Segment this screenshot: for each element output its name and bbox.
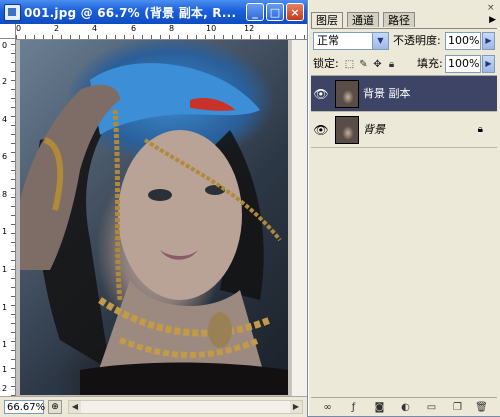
photo-illustration [20, 63, 288, 395]
maximize-button[interactable]: □ [266, 3, 284, 21]
document-title: 001.jpg @ 66.7% (背景 副本, R... [24, 6, 237, 20]
layers-bottom-toolbar: ∞ ƒ ◙ ◐ ▭ ❐ 🗑︎ [311, 397, 497, 417]
horizontal-scrollbar[interactable]: ◀ ▶ [68, 400, 303, 414]
scroll-left-arrow-icon[interactable]: ◀ [69, 401, 81, 413]
layers-panel: × 图层 通道 路径 ▶ 正常 ▼ 不透明度: 100% ▶ 锁定: ⬚ ✎ ✥… [308, 0, 500, 416]
ruler-label: 8 [2, 190, 8, 199]
mask-icon[interactable]: ◙ [373, 401, 386, 414]
lock-fill-row: 锁定: ⬚ ✎ ✥ 🔒︎ 填充: 100% ▶ [313, 55, 497, 75]
lock-icon: 🔒︎ [477, 124, 483, 135]
ruler-label: 1 [2, 303, 8, 312]
fill-label: 填充: [417, 57, 443, 70]
ruler-label: 6 [2, 152, 8, 161]
ruler-label: 8 [169, 24, 175, 33]
zoom-level-field[interactable]: 66.67% [4, 400, 45, 414]
fill-slider-arrow-icon[interactable]: ▶ [482, 55, 495, 73]
trash-icon[interactable]: 🗑︎ [475, 401, 488, 414]
layer-row[interactable]: 👁︎ 背景 副本 [311, 76, 497, 112]
lock-label: 锁定: [313, 57, 339, 70]
adjustment-icon[interactable]: ◐ [399, 401, 412, 414]
opacity-label: 不透明度: [393, 34, 441, 47]
scroll-right-arrow-icon[interactable]: ▶ [290, 401, 302, 413]
fx-icon[interactable]: ƒ [347, 401, 360, 414]
ruler-label: 1 [2, 227, 8, 236]
lock-position-icon[interactable]: ✥ [372, 59, 383, 70]
ruler-label: 1 [2, 265, 8, 274]
opacity-slider-arrow-icon[interactable]: ▶ [482, 32, 495, 50]
opacity-field[interactable]: 100% [445, 32, 481, 50]
ruler-label: 1 [2, 340, 8, 349]
lock-pixels-icon[interactable]: ✎ [358, 59, 369, 70]
close-button[interactable]: × [286, 3, 304, 21]
new-layer-icon[interactable]: ❐ [451, 401, 464, 414]
eye-icon[interactable]: 👁︎ [313, 86, 329, 102]
tab-layers[interactable]: 图层 [311, 12, 343, 28]
fill-field[interactable]: 100% [445, 55, 481, 73]
photoshop-document-icon [4, 4, 21, 21]
document-window: 001.jpg @ 66.7% (背景 副本, R... _ □ × 0 2 4… [0, 0, 307, 417]
minimize-button[interactable]: _ [246, 3, 264, 21]
ruler-vertical[interactable]: 0 2 4 6 8 1 1 1 1 1 2 [0, 39, 16, 396]
ruler-label: 6 [131, 24, 137, 33]
ruler-label: 4 [92, 24, 98, 33]
ruler-label: 2 [54, 24, 60, 33]
layer-name: 背景 副本 [363, 87, 411, 100]
chevron-down-icon[interactable]: ▼ [372, 33, 388, 49]
ruler-label: 1 [2, 365, 8, 374]
folder-icon[interactable]: ▭ [425, 401, 438, 414]
panel-tabs: 图层 通道 路径 [311, 12, 497, 29]
ruler-label: 10 [206, 24, 217, 33]
ruler-origin[interactable] [0, 24, 16, 39]
blend-opacity-row: 正常 ▼ 不透明度: 100% ▶ [313, 32, 497, 52]
ruler-label: 4 [2, 115, 8, 124]
vertical-scrollbar[interactable] [291, 40, 307, 396]
layer-name: 背景 [363, 123, 385, 136]
ruler-label: 0 [16, 24, 22, 33]
portrait-photo[interactable] [20, 40, 288, 395]
status-bar: 66.67% ⊕ ◀ ▶ [0, 396, 307, 417]
ruler-label: 2 [2, 384, 8, 393]
layer-row[interactable]: 👁︎ 背景 🔒︎ [311, 112, 497, 148]
eye-icon[interactable]: 👁︎ [313, 122, 329, 138]
lock-transparency-icon[interactable]: ⬚ [344, 59, 355, 70]
status-info-icon[interactable]: ⊕ [48, 400, 62, 414]
ruler-label: 2 [2, 77, 8, 86]
layer-thumbnail [335, 116, 359, 144]
blend-mode-select[interactable]: 正常 ▼ [313, 32, 389, 50]
ruler-horizontal[interactable]: 0 2 4 6 8 10 12 [16, 24, 307, 40]
panel-menu-icon[interactable]: ▶ [489, 15, 496, 25]
ruler-label: 12 [244, 24, 255, 33]
tab-channels[interactable]: 通道 [347, 12, 379, 27]
layer-thumbnail [335, 80, 359, 108]
lock-all-icon[interactable]: 🔒︎ [386, 59, 397, 70]
link-icon[interactable]: ∞ [321, 401, 334, 414]
tab-paths[interactable]: 路径 [383, 12, 415, 27]
layers-list: 👁︎ 背景 副本 👁︎ 背景 🔒︎ [311, 75, 497, 398]
blend-mode-value: 正常 [317, 34, 339, 47]
ruler-label: 0 [2, 41, 8, 50]
canvas-area[interactable] [16, 40, 307, 396]
document-titlebar[interactable]: 001.jpg @ 66.7% (背景 副本, R... _ □ × [0, 0, 307, 24]
